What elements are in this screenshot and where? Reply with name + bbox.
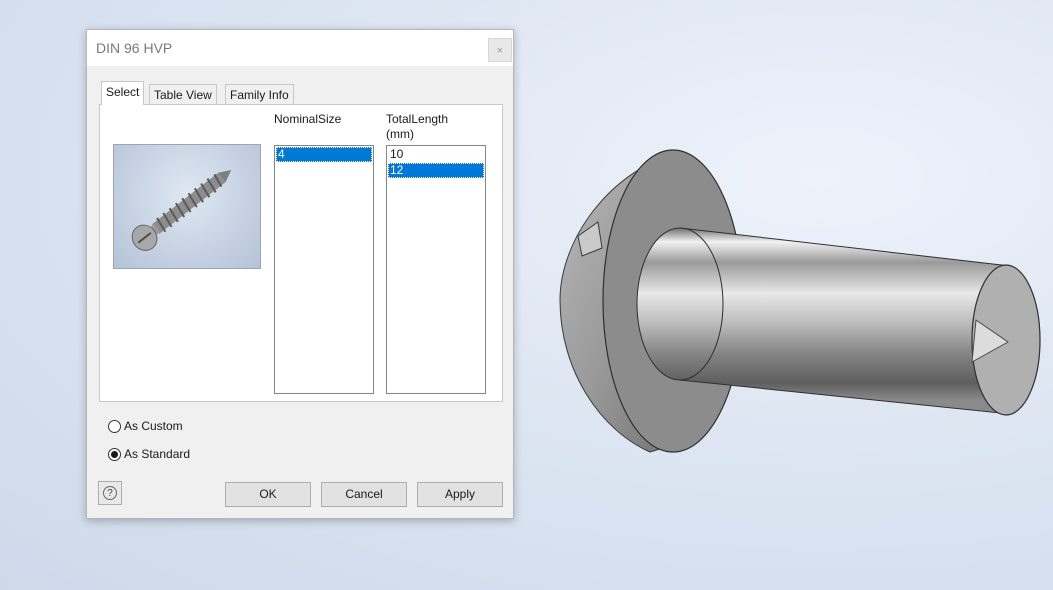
as-standard-option[interactable]: As Standard [108, 445, 190, 463]
select-tab-panel: NominalSize 4 TotalLength (mm) 10 12 [99, 104, 503, 402]
tab-select[interactable]: Select [101, 81, 145, 105]
list-item[interactable]: 4 [276, 147, 372, 162]
help-icon: ? [103, 486, 117, 500]
as-custom-radio[interactable] [108, 420, 121, 434]
dialog-title: DIN 96 HVP [96, 40, 173, 56]
dialog-titlebar[interactable]: DIN 96 HVP × [87, 30, 513, 66]
list-item[interactable]: 10 [388, 147, 484, 162]
ok-button[interactable]: OK [225, 482, 311, 507]
screw-model[interactable] [559, 149, 1041, 453]
close-icon: × [496, 45, 504, 57]
as-standard-radio[interactable] [108, 448, 121, 462]
total-length-list[interactable]: 10 12 [386, 145, 486, 394]
nominal-size-header: NominalSize [274, 112, 342, 126]
tab-table-view[interactable]: Table View [149, 84, 217, 105]
apply-button[interactable]: Apply [417, 482, 503, 507]
as-custom-option[interactable]: As Custom [108, 417, 183, 435]
cancel-button[interactable]: Cancel [321, 482, 407, 507]
help-button[interactable]: ? [98, 481, 122, 505]
as-standard-label: As Standard [124, 447, 191, 461]
total-length-header-label: TotalLength [386, 112, 449, 126]
close-button[interactable]: × [488, 38, 512, 62]
total-length-header: TotalLength (mm) [386, 112, 448, 142]
screw-shaft-root [636, 227, 724, 381]
list-item[interactable]: 12 [388, 163, 484, 178]
tab-family-info[interactable]: Family Info [225, 84, 294, 105]
screw-thumbnail [113, 144, 261, 269]
dialog-din-96-hvp: DIN 96 HVP × Select Table View Family In… [86, 29, 514, 519]
nominal-size-list[interactable]: 4 [274, 145, 374, 394]
total-length-header-unit: (mm) [386, 127, 414, 141]
as-custom-label: As Custom [124, 419, 183, 433]
screw-thumbnail-icon [131, 170, 232, 251]
